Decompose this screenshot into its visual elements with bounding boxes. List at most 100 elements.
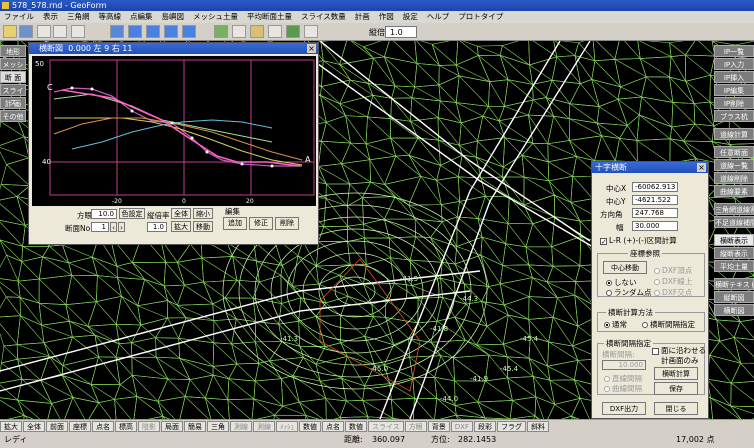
- bottom-toolbar-button[interactable]: 標高: [115, 421, 137, 432]
- cross-calc-titlebar[interactable]: 十字横断 ×: [592, 162, 708, 173]
- menu-item[interactable]: 設定: [403, 12, 418, 21]
- xyz-icon[interactable]: [250, 25, 264, 38]
- right-panel-item[interactable]: 横断テキスト: [714, 278, 754, 290]
- menu-item[interactable]: 等高線: [99, 12, 122, 21]
- radio-dxf-line[interactable]: DXF線上: [654, 276, 692, 287]
- bottom-toolbar-button[interactable]: 全体: [23, 421, 45, 432]
- refresh-icon[interactable]: [37, 25, 51, 38]
- close-button[interactable]: 閉じる: [654, 402, 698, 415]
- cross-calc-button[interactable]: 横断計算: [654, 367, 698, 380]
- right-panel-item[interactable]: 縦断図: [714, 291, 754, 303]
- right-panel-item[interactable]: 不足道線補間: [714, 216, 754, 228]
- lr-checkbox[interactable]: ✓ L-R (+)-(-)区間計算: [600, 235, 677, 246]
- radio-normal[interactable]: 通常: [604, 319, 627, 330]
- zoom-icon[interactable]: [232, 25, 246, 38]
- close-icon[interactable]: ×: [697, 163, 706, 172]
- menu-item[interactable]: ヘルプ: [427, 12, 450, 21]
- menu-item[interactable]: 点編集: [130, 12, 153, 21]
- bottom-toolbar-button[interactable]: 点名: [322, 421, 344, 432]
- bottom-toolbar-button[interactable]: 方眼: [404, 421, 427, 432]
- chk-plan[interactable]: 計画面のみ: [652, 355, 699, 366]
- spin-right-icon[interactable]: ›: [118, 222, 125, 232]
- left-panel-item[interactable]: スライス: [0, 84, 26, 107]
- left-panel-item[interactable]: 地形: [0, 45, 26, 57]
- interval-input[interactable]: 10.000: [602, 360, 646, 370]
- bottom-toolbar-button[interactable]: フラグ: [497, 421, 527, 432]
- spin-left-icon[interactable]: ‹: [110, 222, 117, 232]
- right-panel-item[interactable]: ブラス杭: [714, 110, 754, 122]
- save-button[interactable]: 保存: [654, 382, 698, 395]
- right-panel-item[interactable]: 任意断面: [714, 146, 754, 158]
- fit-button[interactable]: 全体: [171, 208, 191, 219]
- vscale-input[interactable]: 1.0: [385, 26, 417, 38]
- menu-item[interactable]: 表示: [43, 12, 58, 21]
- add-button[interactable]: 追加: [223, 217, 247, 230]
- right-panel-item[interactable]: 道線削除: [714, 172, 754, 184]
- right-panel-item[interactable]: 曲線要素: [714, 185, 754, 197]
- bottom-toolbar-button[interactable]: 簡易: [184, 421, 206, 432]
- right-panel-item[interactable]: 道線計算: [714, 128, 754, 140]
- radio-dxf-cross[interactable]: DXF交点: [654, 287, 692, 298]
- right-panel-item[interactable]: 縦断表示: [714, 247, 754, 259]
- bottom-toolbar-button[interactable]: DXF: [450, 421, 474, 432]
- radio-interval-spec[interactable]: 横断間隔指定: [642, 319, 695, 330]
- right-panel-item[interactable]: IP入力: [714, 58, 754, 70]
- pitch-input[interactable]: 10.0: [91, 209, 117, 219]
- right-panel-item[interactable]: 横断表示: [714, 234, 754, 246]
- menu-item[interactable]: メッシュ土量: [193, 12, 238, 21]
- cross-dialog-titlebar[interactable]: 横断図 0.000 左 9 右 11 ×: [29, 43, 318, 54]
- menu-item[interactable]: 三角網: [67, 12, 90, 21]
- right-panel-item[interactable]: IP一覧: [714, 45, 754, 57]
- right-panel-item[interactable]: IP挿入: [714, 71, 754, 83]
- bottom-toolbar-button[interactable]: 局面: [161, 421, 183, 432]
- right-panel-item[interactable]: 平均土量: [714, 260, 754, 272]
- bottom-toolbar-button[interactable]: 段彩: [474, 421, 497, 432]
- rotate-icon[interactable]: [53, 25, 67, 38]
- bottom-toolbar-button[interactable]: 三角: [207, 421, 229, 432]
- grid-icon[interactable]: [304, 25, 318, 38]
- menu-item[interactable]: ファイル: [4, 12, 34, 21]
- bottom-toolbar-button[interactable]: 数値: [345, 421, 367, 432]
- arrow-right-icon[interactable]: [182, 25, 196, 38]
- open-icon[interactable]: [3, 25, 17, 38]
- bottom-toolbar-button[interactable]: スライス: [368, 421, 404, 432]
- radio-curve[interactable]: 曲線間隔: [604, 383, 642, 394]
- direction-input[interactable]: 247.768: [632, 208, 678, 218]
- left-panel-item[interactable]: 断 面: [0, 71, 26, 83]
- left-panel-item[interactable]: その他: [0, 110, 26, 122]
- menu-item[interactable]: 作図: [379, 12, 394, 21]
- menu-item[interactable]: 計画: [355, 12, 370, 21]
- bottom-toolbar-button[interactable]: 背景: [427, 421, 450, 432]
- color-setting-button[interactable]: 色設定: [119, 208, 145, 219]
- bottom-toolbar-button[interactable]: 拡大: [0, 421, 22, 432]
- window-icon[interactable]: [71, 25, 85, 38]
- bottom-toolbar-button[interactable]: 前面: [46, 421, 68, 432]
- center-x-input[interactable]: -60062.913: [632, 182, 678, 192]
- bottom-toolbar-button[interactable]: 数値: [299, 421, 321, 432]
- volume-icon[interactable]: [286, 25, 300, 38]
- expand-button[interactable]: 拡大: [171, 221, 191, 232]
- menu-item[interactable]: 島嶼図: [162, 12, 185, 21]
- center-y-input[interactable]: -4621.522: [632, 195, 678, 205]
- vscale-input-dlg[interactable]: 1.0: [147, 222, 167, 232]
- save-icon[interactable]: [19, 25, 33, 38]
- close-icon[interactable]: ×: [307, 44, 316, 53]
- right-panel-item[interactable]: 道線一覧: [714, 159, 754, 171]
- right-panel-item[interactable]: IP編集: [714, 84, 754, 96]
- radio-dxf-point[interactable]: DXF頂点: [654, 265, 692, 276]
- dxf-output-button[interactable]: DXF出力: [602, 402, 646, 415]
- right-panel-item[interactable]: 三角網道線割: [714, 203, 754, 215]
- delete-button[interactable]: 削除: [275, 217, 299, 230]
- left-panel-item[interactable]: 計 画: [0, 97, 26, 109]
- menu-item[interactable]: スライス数量: [301, 12, 346, 21]
- bottom-toolbar-button[interactable]: 座標: [69, 421, 91, 432]
- menu-item[interactable]: プロトタイプ: [458, 12, 503, 21]
- arrow-up-icon[interactable]: [128, 25, 142, 38]
- cross-section-canvas[interactable]: 40 50 C A -20 0 20: [32, 56, 316, 206]
- bottom-toolbar-button[interactable]: 点名: [92, 421, 114, 432]
- bottom-toolbar-button[interactable]: 測線: [230, 421, 252, 432]
- bottom-toolbar-button[interactable]: ﾒｯｼｭ: [276, 421, 298, 432]
- section-no-input[interactable]: 1: [91, 222, 109, 232]
- right-panel-item[interactable]: 横断図: [714, 304, 754, 316]
- bottom-toolbar-button[interactable]: 陰影: [138, 421, 160, 432]
